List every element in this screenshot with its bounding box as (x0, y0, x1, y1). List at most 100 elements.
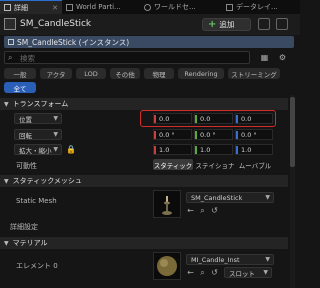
static-mesh-value: SM_CandleStick (191, 193, 243, 202)
settings-icon[interactable]: ⚙ (278, 53, 287, 62)
component-row[interactable]: SM_CandleStick (インスタンス) (4, 36, 294, 48)
world-partition-icon (66, 3, 73, 11)
location-z-field[interactable]: 0.0 (235, 113, 273, 124)
filter-general[interactable]: 一般 (4, 68, 36, 79)
filter-streaming[interactable]: ストリーミング (228, 68, 280, 79)
actor-name: SM_CandleStick (20, 19, 92, 29)
add-component-button[interactable]: + 追加 (202, 18, 251, 31)
filter-actor[interactable]: アクタ (40, 68, 72, 79)
plus-icon: + (208, 18, 217, 30)
caret-down-icon: ▼ (4, 100, 9, 108)
browse-icon[interactable]: ⌕ (198, 206, 207, 215)
layers-icon (226, 3, 233, 11)
location-label: 位置 (19, 115, 32, 124)
location-y-value: 0.0 (200, 114, 211, 123)
caret-down-icon: ▼ (4, 177, 9, 185)
location-z-value: 0.0 (241, 114, 252, 123)
arrow-left-icon[interactable]: ← (186, 206, 195, 215)
globe-icon (144, 3, 151, 11)
scale-x-value: 1.0 (159, 145, 170, 154)
filter-misc[interactable]: その他 (110, 68, 140, 79)
y-axis-marker (195, 115, 197, 123)
materials-section-header[interactable]: ▼ マテリアル (0, 237, 288, 249)
material-value: MI_Candle_Inst (191, 255, 240, 264)
arrow-left-icon[interactable]: ← (186, 268, 195, 277)
rotation-y-value: 0.0 ° (200, 130, 216, 139)
rotation-label: 回転 (19, 131, 32, 140)
scale-y-field[interactable]: 1.0 (194, 144, 233, 155)
tab-bar: 詳細 ✕ World Parti... ワールドセ... データレイ... (0, 0, 300, 14)
blueprint-icon[interactable] (258, 18, 270, 30)
chevron-down-icon: ▼ (265, 256, 270, 263)
static-mesh-dropdown[interactable]: SM_CandleStick ▼ (186, 192, 274, 203)
advanced-settings-label[interactable]: 詳細設定 (10, 222, 38, 232)
lock-icon[interactable]: 🔒 (66, 145, 76, 154)
rotation-z-field[interactable]: 0.0 ° (235, 129, 273, 140)
add-button-label: 追加 (219, 20, 235, 29)
table-view-icon[interactable]: ▦ (260, 53, 269, 62)
component-label: SM_CandleStick (インスタンス) (17, 37, 130, 47)
slot-dropdown[interactable]: スロット ▼ (224, 267, 272, 278)
static-mesh-label: Static Mesh (16, 197, 57, 205)
rotation-dropdown[interactable]: 回転 ▼ (14, 129, 62, 140)
static-mesh-section-label: スタティックメッシュ (12, 177, 82, 185)
chevron-down-icon: ▼ (53, 146, 58, 153)
chevron-down-icon: ▼ (263, 269, 268, 276)
chevron-down-icon: ▼ (53, 131, 58, 138)
mobility-label: 可動性 (16, 162, 37, 170)
x-axis-marker (154, 131, 156, 139)
grid-icon[interactable] (276, 18, 288, 30)
chevron-down-icon: ▼ (53, 115, 58, 122)
details-icon (4, 4, 11, 11)
component-icon (8, 39, 14, 45)
z-axis-marker (236, 131, 238, 139)
static-mesh-thumbnail[interactable] (153, 190, 181, 218)
scale-y-value: 1.0 (200, 145, 211, 154)
tab-world-settings[interactable]: ワールドセ... (140, 0, 222, 14)
location-dropdown[interactable]: 位置 ▼ (14, 113, 62, 124)
filter-lod[interactable]: LOD (76, 68, 106, 79)
caret-down-icon: ▼ (4, 239, 9, 247)
actor-icon (4, 18, 16, 30)
mobility-movable[interactable]: ムーバブル (237, 159, 273, 170)
transform-section-header[interactable]: ▼ トランスフォーム (0, 98, 288, 110)
material-dropdown[interactable]: MI_Candle_Inst ▼ (186, 254, 274, 265)
filter-rendering[interactable]: Rendering (178, 68, 224, 79)
close-icon[interactable]: ✕ (52, 4, 58, 12)
rotation-y-field[interactable]: 0.0 ° (194, 129, 233, 140)
y-axis-marker (195, 146, 197, 154)
location-x-value: 0.0 (159, 114, 170, 123)
tab-details[interactable]: 詳細 ✕ (0, 0, 62, 14)
rotation-x-value: 0.0 ° (159, 130, 175, 139)
filter-physics[interactable]: 物理 (144, 68, 174, 79)
scale-dropdown[interactable]: 拡大・縮小 ▼ (14, 144, 62, 155)
reset-icon[interactable]: ↺ (210, 268, 219, 277)
rotation-x-field[interactable]: 0.0 ° (153, 129, 192, 140)
scale-x-field[interactable]: 1.0 (153, 144, 192, 155)
element-0-label: エレメント 0 (16, 262, 58, 270)
tab-world-settings-label: ワールドセ... (154, 3, 196, 11)
material-sphere-icon (157, 256, 177, 276)
browse-icon[interactable]: ⌕ (198, 268, 207, 277)
tab-world-partition[interactable]: World Parti... (62, 0, 140, 14)
scrollbar-thumb[interactable] (290, 97, 295, 167)
location-y-field[interactable]: 0.0 (194, 113, 233, 124)
tab-data-layers[interactable]: データレイ... (222, 0, 300, 14)
location-x-field[interactable]: 0.0 (153, 113, 192, 124)
filter-all[interactable]: 全て (4, 82, 36, 93)
z-axis-marker (236, 146, 238, 154)
chevron-down-icon: ▼ (265, 194, 270, 201)
tab-details-label: 詳細 (14, 3, 28, 12)
mobility-stationary[interactable]: ステイショナ (195, 159, 235, 170)
material-thumbnail[interactable] (153, 252, 181, 280)
scale-z-field[interactable]: 1.0 (235, 144, 273, 155)
scale-label: 拡大・縮小 (19, 146, 52, 155)
tab-data-layers-label: データレイ... (236, 3, 278, 11)
reset-icon[interactable]: ↺ (210, 206, 219, 215)
tab-world-partition-label: World Parti... (76, 3, 121, 11)
search-icon: ⌕ (8, 53, 13, 62)
mobility-static[interactable]: スタティック (153, 159, 193, 170)
search-input[interactable] (4, 51, 250, 64)
candlestick-preview-icon (162, 196, 172, 215)
static-mesh-section-header[interactable]: ▼ スタティックメッシュ (0, 175, 288, 187)
